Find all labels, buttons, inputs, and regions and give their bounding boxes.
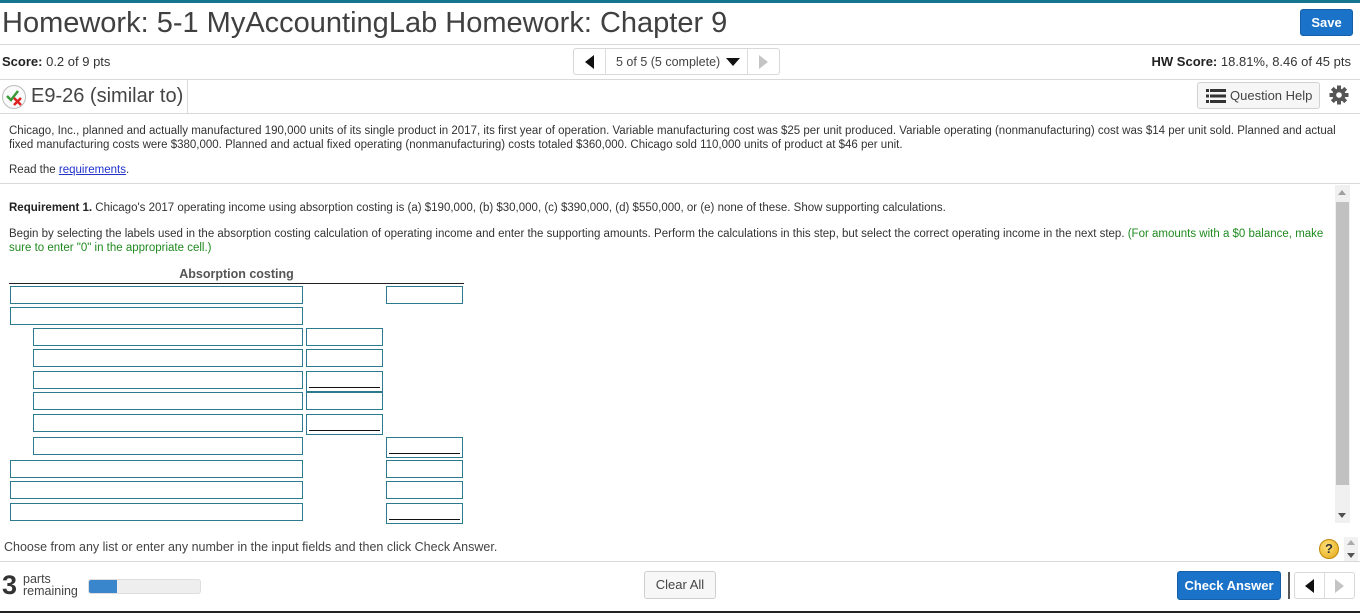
table-header: Absorption costing <box>179 267 294 281</box>
label-select-5[interactable] <box>33 371 303 389</box>
parts-remaining-count: 3 <box>2 570 18 600</box>
arrow-left-icon <box>585 54 594 69</box>
label-select-9[interactable] <box>10 460 303 478</box>
separator <box>1288 572 1290 599</box>
clear-all-button[interactable]: Clear All <box>644 571 716 599</box>
read-suffix: . <box>126 164 130 176</box>
label-select-6[interactable] <box>33 392 303 410</box>
arrow-right-icon <box>1335 578 1344 593</box>
amount-input-5[interactable] <box>306 371 383 392</box>
question-title: E9-26 (similar to) <box>26 80 189 113</box>
divider <box>0 44 1360 45</box>
instructions: Begin by selecting the labels used in th… <box>9 227 1324 255</box>
partially-correct-icon <box>2 84 26 109</box>
progress-fill <box>89 580 117 593</box>
label-select-3[interactable] <box>33 328 303 346</box>
label-select-10[interactable] <box>10 481 303 499</box>
amount-input-7[interactable] <box>306 414 383 435</box>
next-question-button[interactable] <box>748 49 779 74</box>
total-input-9[interactable] <box>386 460 463 478</box>
problem-statement: Chicago, Inc., planned and actually manu… <box>9 125 1336 151</box>
question-help-button[interactable]: Question Help <box>1197 82 1320 109</box>
divider <box>0 113 1360 114</box>
score-value: 0.2 of 9 pts <box>46 54 111 69</box>
read-prefix: Read the <box>9 164 59 176</box>
question-help-label: Question Help <box>1230 88 1313 103</box>
hw-score-value: 18.81%, 8.46 of 45 pts <box>1220 54 1351 69</box>
scroll-thumb[interactable] <box>1336 202 1349 485</box>
page-title: Homework: 5-1 MyAccountingLab Homework: … <box>2 7 728 39</box>
amount-input-6[interactable] <box>306 392 383 410</box>
question-navigator: 5 of 5 (5 complete) <box>573 48 780 75</box>
score: Score: 0.2 of 9 pts <box>2 54 110 69</box>
label-select-2[interactable] <box>10 307 303 325</box>
label-select-4[interactable] <box>33 349 303 367</box>
table-header-rule <box>9 283 464 284</box>
content-scrollbar[interactable] <box>1335 185 1350 523</box>
requirements-link[interactable]: requirements <box>59 164 126 176</box>
top-accent-strip <box>0 0 1360 3</box>
requirement-label: Requirement 1. <box>9 202 93 214</box>
previous-question-button[interactable] <box>574 49 605 74</box>
parts-remaining-label: parts remaining <box>23 573 78 598</box>
parts-progress-bar <box>88 579 201 594</box>
total-input-8[interactable] <box>386 437 463 458</box>
instruction-scroller[interactable] <box>1344 537 1358 561</box>
divider <box>0 561 1360 562</box>
arrow-right-icon <box>759 54 768 69</box>
score-label: Score: <box>2 54 43 69</box>
scroll-up-icon[interactable] <box>1338 190 1346 195</box>
total-input-1[interactable] <box>386 286 463 304</box>
footer-instruction: Choose from any list or enter any number… <box>4 540 498 554</box>
label-select-7[interactable] <box>33 414 303 432</box>
total-input-10[interactable] <box>386 481 463 499</box>
amount-input-4[interactable] <box>306 349 383 367</box>
label-select-1[interactable] <box>10 286 303 304</box>
help-icon[interactable]: ? <box>1319 539 1339 559</box>
divider <box>0 183 1360 184</box>
read-requirements: Read the requirements. <box>9 164 129 176</box>
label-select-8[interactable] <box>33 437 303 455</box>
parts-label-line2: remaining <box>23 584 78 598</box>
requirement-body: Chicago's 2017 operating income using ab… <box>92 202 946 214</box>
requirement-text: Requirement 1. Chicago's 2017 operating … <box>9 202 946 214</box>
question-selector-label: 5 of 5 (5 complete) <box>616 54 721 69</box>
hw-score-label: HW Score: <box>1151 54 1218 69</box>
save-button[interactable]: Save <box>1300 9 1353 36</box>
hw-score: HW Score: 18.81%, 8.46 of 45 pts <box>1152 54 1351 69</box>
total-input-11[interactable] <box>386 503 463 524</box>
divider <box>0 79 1360 80</box>
check-answer-button[interactable]: Check Answer <box>1177 571 1281 600</box>
instructions-text: Begin by selecting the labels used in th… <box>9 228 1128 240</box>
question-header: E9-26 (similar to) <box>0 80 189 113</box>
previous-question-button[interactable] <box>1295 573 1324 598</box>
gear-icon[interactable] <box>1329 85 1349 105</box>
label-select-11[interactable] <box>10 503 303 521</box>
list-icon <box>1206 88 1226 103</box>
scroll-down-icon[interactable] <box>1347 553 1355 558</box>
bottom-question-navigator <box>1294 572 1355 599</box>
arrow-left-icon <box>1305 578 1314 593</box>
question-selector[interactable]: 5 of 5 (5 complete) <box>605 49 748 74</box>
caret-down-icon <box>726 57 741 66</box>
amount-input-3[interactable] <box>306 328 383 346</box>
scroll-up-icon[interactable] <box>1347 540 1355 545</box>
scroll-down-icon[interactable] <box>1338 513 1346 518</box>
next-question-button[interactable] <box>1324 573 1354 598</box>
